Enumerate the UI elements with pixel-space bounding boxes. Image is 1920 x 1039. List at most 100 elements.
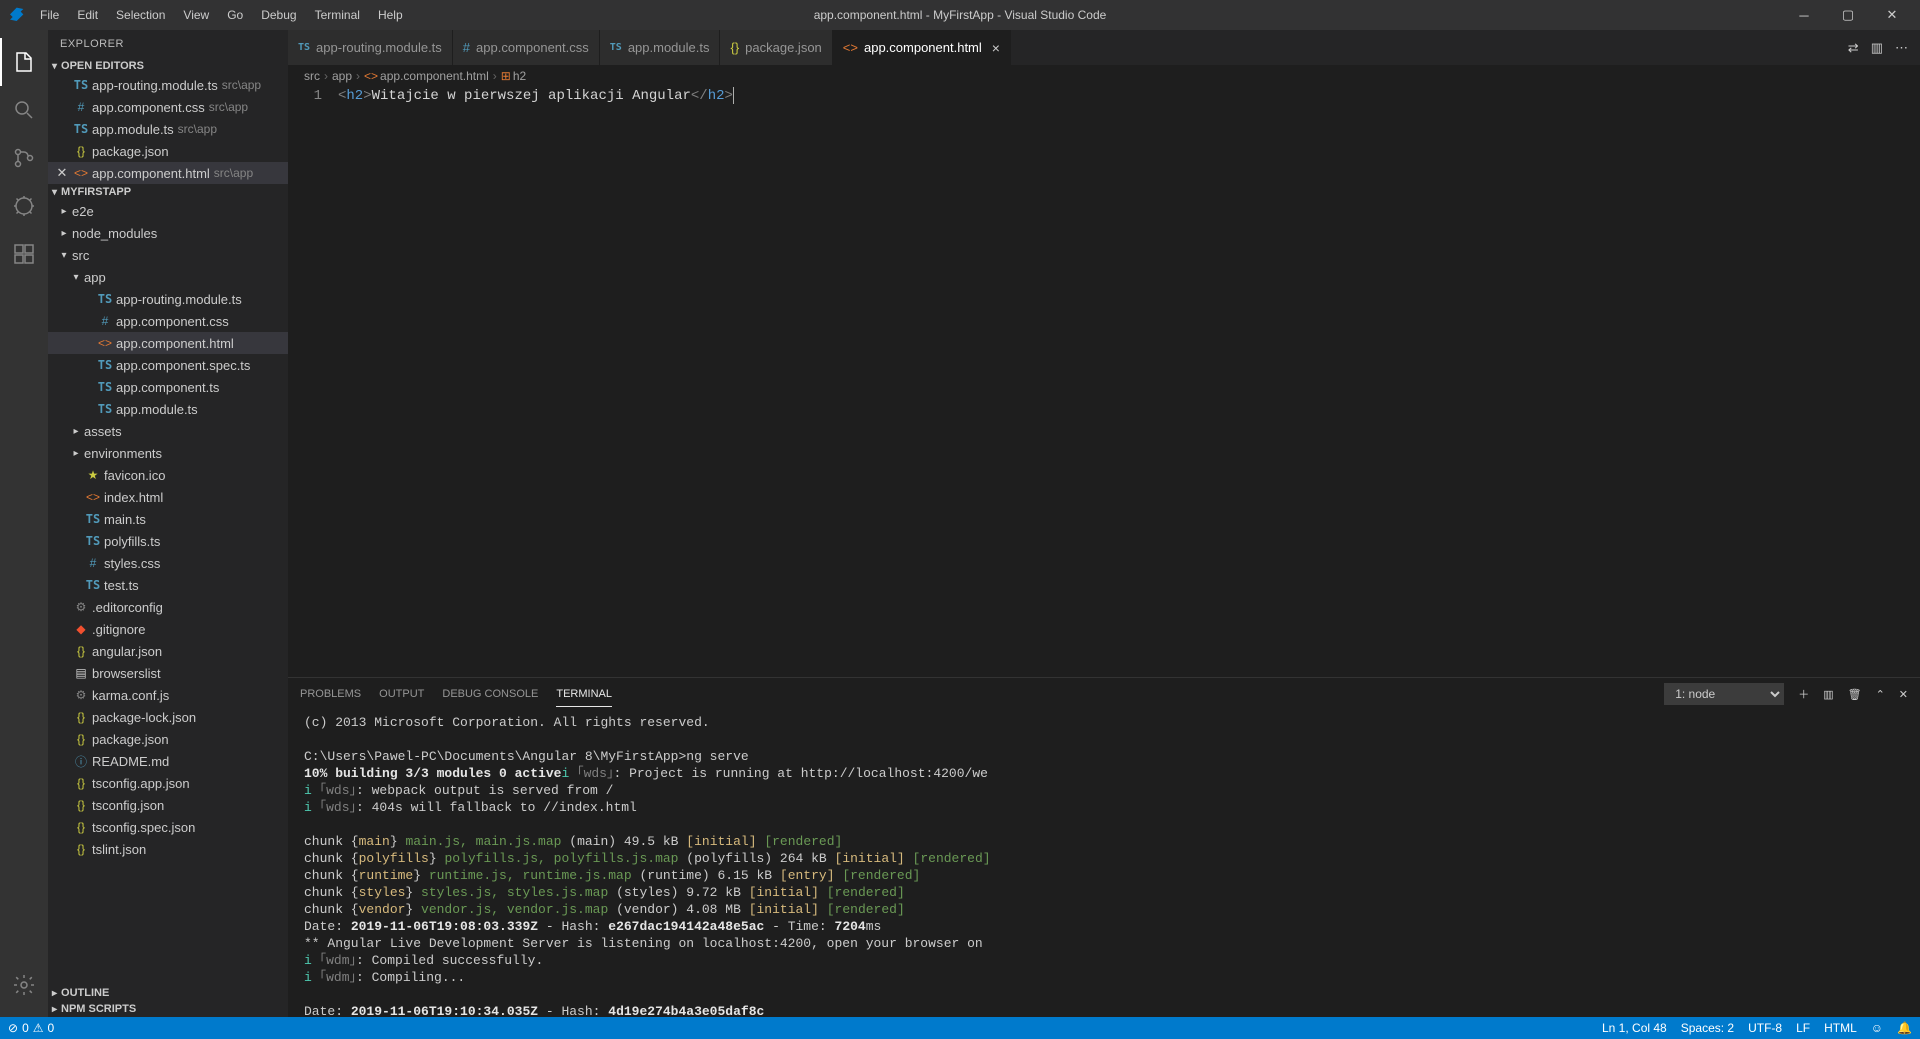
file-item[interactable]: TSapp.component.spec.ts: [48, 354, 288, 376]
code-area[interactable]: 1 <h2>Witajcie w pierwszej aplikacji Ang…: [288, 87, 1920, 677]
close-editor-icon[interactable]: ✕: [54, 165, 70, 181]
code-token: h2: [346, 88, 363, 104]
file-item[interactable]: {}tsconfig.json: [48, 794, 288, 816]
maximize-button[interactable]: ▢: [1828, 0, 1868, 30]
terminal-select[interactable]: 1: node: [1664, 683, 1784, 705]
kill-terminal-icon[interactable]: 🗑: [1848, 688, 1862, 701]
breadcrumb-item[interactable]: app: [332, 69, 352, 83]
more-actions-icon[interactable]: ⋯: [1895, 40, 1908, 56]
folder-item[interactable]: ▸environments: [48, 442, 288, 464]
breadcrumb-item[interactable]: src: [304, 69, 320, 83]
notifications-icon[interactable]: 🔔: [1897, 1021, 1912, 1035]
outline-header[interactable]: ▸ OUTLINE: [48, 985, 288, 1001]
editor-tab[interactable]: TSapp.module.ts: [600, 30, 721, 65]
menu-terminal[interactable]: Terminal: [307, 4, 368, 26]
file-item[interactable]: ⚙karma.conf.js: [48, 684, 288, 706]
file-item[interactable]: TSpolyfills.ts: [48, 530, 288, 552]
main-area: EXPLORER ▾ OPEN EDITORS TSapp-routing.mo…: [0, 30, 1920, 1017]
file-item[interactable]: TStest.ts: [48, 574, 288, 596]
file-item[interactable]: ★favicon.ico: [48, 464, 288, 486]
close-button[interactable]: ✕: [1872, 0, 1912, 30]
npm-scripts-header[interactable]: ▸ NPM SCRIPTS: [48, 1001, 288, 1017]
panel-tab-terminal[interactable]: TERMINAL: [556, 682, 612, 707]
new-terminal-icon[interactable]: ＋: [1798, 686, 1809, 702]
panel-tab-problems[interactable]: PROBLEMS: [300, 682, 361, 707]
close-panel-icon[interactable]: ✕: [1899, 688, 1908, 701]
file-item[interactable]: {}angular.json: [48, 640, 288, 662]
file-item[interactable]: #styles.css: [48, 552, 288, 574]
minimap[interactable]: [1830, 87, 1920, 677]
project-header[interactable]: ▾ MYFIRSTAPP: [48, 184, 288, 200]
menu-help[interactable]: Help: [370, 4, 411, 26]
minimize-button[interactable]: ─: [1784, 0, 1824, 30]
status-encoding[interactable]: UTF-8: [1748, 1021, 1782, 1035]
menu-file[interactable]: File: [32, 4, 67, 26]
open-editor-item[interactable]: #app.component.csssrc\app: [48, 96, 288, 118]
file-item[interactable]: {}tslint.json: [48, 838, 288, 860]
file-item[interactable]: TSapp.component.ts: [48, 376, 288, 398]
maximize-panel-icon[interactable]: ⌃: [1876, 688, 1885, 701]
open-editor-item[interactable]: ✕<>app.component.htmlsrc\app: [48, 162, 288, 184]
tab-label: app.component.html: [864, 40, 982, 55]
editor-tab[interactable]: TSapp-routing.module.ts: [288, 30, 453, 65]
file-item[interactable]: #app.component.css: [48, 310, 288, 332]
open-editor-item[interactable]: {}package.json: [48, 140, 288, 162]
explorer-tab[interactable]: [0, 38, 48, 86]
breadcrumb-item[interactable]: ⊞h2: [501, 69, 526, 83]
split-editor-icon[interactable]: ▥: [1871, 40, 1883, 56]
file-item[interactable]: <>index.html: [48, 486, 288, 508]
status-eol[interactable]: LF: [1796, 1021, 1810, 1035]
file-item[interactable]: ▤browserslist: [48, 662, 288, 684]
menu-selection[interactable]: Selection: [108, 4, 173, 26]
menu-go[interactable]: Go: [219, 4, 251, 26]
status-language[interactable]: HTML: [1824, 1021, 1857, 1035]
folder-item[interactable]: ▸node_modules: [48, 222, 288, 244]
file-item[interactable]: ⓘREADME.md: [48, 750, 288, 772]
file-item[interactable]: {}package-lock.json: [48, 706, 288, 728]
code-content[interactable]: <h2>Witajcie w pierwszej aplikacji Angul…: [338, 87, 1830, 677]
folder-item[interactable]: ▾app: [48, 266, 288, 288]
file-item[interactable]: {}tsconfig.spec.json: [48, 816, 288, 838]
file-item[interactable]: {}tsconfig.app.json: [48, 772, 288, 794]
folder-item[interactable]: ▸e2e: [48, 200, 288, 222]
menu-edit[interactable]: Edit: [69, 4, 106, 26]
open-editors-header[interactable]: ▾ OPEN EDITORS: [48, 58, 288, 74]
chevron-right-icon: ▸: [68, 426, 84, 437]
terminal-line: i ｢wds｣: webpack output is served from /: [304, 782, 1904, 799]
status-ln-col[interactable]: Ln 1, Col 48: [1602, 1021, 1667, 1035]
scm-tab[interactable]: [0, 134, 48, 182]
search-tab[interactable]: [0, 86, 48, 134]
folder-item[interactable]: ▾src: [48, 244, 288, 266]
open-editor-item[interactable]: TSapp.module.tssrc\app: [48, 118, 288, 140]
file-item[interactable]: TSapp-routing.module.ts: [48, 288, 288, 310]
file-item[interactable]: <>app.component.html: [48, 332, 288, 354]
menu-debug[interactable]: Debug: [253, 4, 304, 26]
debug-tab[interactable]: [0, 182, 48, 230]
terminal-content[interactable]: (c) 2013 Microsoft Corporation. All righ…: [288, 710, 1920, 1017]
file-item[interactable]: TSmain.ts: [48, 508, 288, 530]
editor-tab[interactable]: <>app.component.html×: [833, 30, 1011, 65]
file-item[interactable]: ⚙.editorconfig: [48, 596, 288, 618]
chevron-right-icon: ▸: [52, 988, 57, 999]
feedback-icon[interactable]: ☺: [1871, 1021, 1883, 1035]
settings-gear-icon[interactable]: [0, 961, 48, 1009]
close-tab-icon[interactable]: ×: [992, 40, 1000, 56]
menu-view[interactable]: View: [175, 4, 217, 26]
main-menu: FileEditSelectionViewGoDebugTerminalHelp: [32, 4, 411, 26]
extensions-tab[interactable]: [0, 230, 48, 278]
editor-tab[interactable]: #app.component.css: [453, 30, 600, 65]
file-item[interactable]: TSapp.module.ts: [48, 398, 288, 420]
open-editor-item[interactable]: TSapp-routing.module.tssrc\app: [48, 74, 288, 96]
breadcrumb-item[interactable]: <>app.component.html: [364, 69, 489, 83]
panel-tab-debug-console[interactable]: DEBUG CONSOLE: [442, 682, 538, 707]
status-spaces[interactable]: Spaces: 2: [1681, 1021, 1734, 1035]
breadcrumb[interactable]: src›app›<>app.component.html›⊞h2: [288, 65, 1920, 87]
panel-tab-output[interactable]: OUTPUT: [379, 682, 424, 707]
folder-item[interactable]: ▸assets: [48, 420, 288, 442]
status-errors[interactable]: ⊘0 ⚠0: [8, 1021, 54, 1035]
split-terminal-icon[interactable]: ▥: [1823, 688, 1833, 701]
editor-tab[interactable]: {}package.json: [720, 30, 832, 65]
file-item[interactable]: {}package.json: [48, 728, 288, 750]
compare-icon[interactable]: ⇄: [1848, 40, 1859, 56]
file-item[interactable]: ◆.gitignore: [48, 618, 288, 640]
